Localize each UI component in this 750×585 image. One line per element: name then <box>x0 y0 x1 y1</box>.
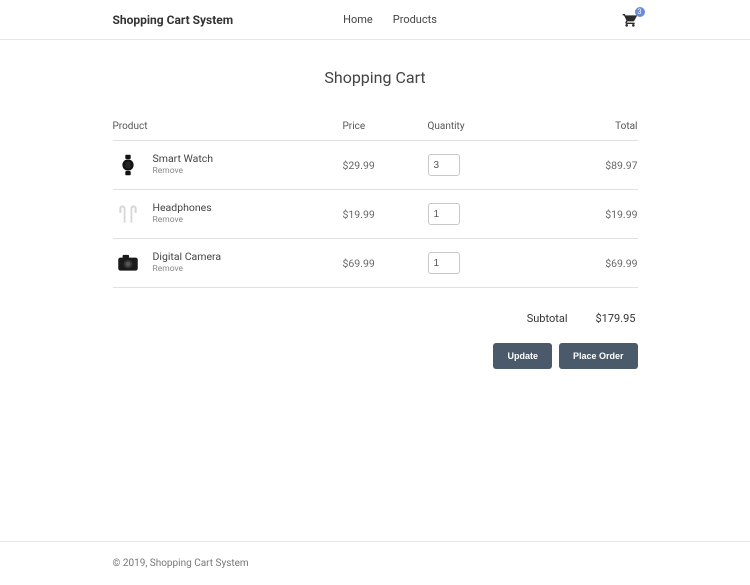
product-price: $29.99 <box>343 159 428 172</box>
table-row: Headphones Remove $19.99 $19.99 <box>113 190 638 239</box>
footer-text: © 2019, Shopping Cart System <box>113 558 638 569</box>
table-row: Digital Camera Remove $69.99 $69.99 <box>113 239 638 288</box>
site-header: Shopping Cart System Home Products 3 <box>0 0 750 40</box>
action-buttons: Update Place Order <box>113 343 638 369</box>
table-row: Smart Watch Remove $29.99 $89.97 <box>113 141 638 190</box>
remove-link[interactable]: Remove <box>153 264 343 276</box>
quantity-input[interactable] <box>428 154 460 176</box>
col-quantity: Quantity <box>428 121 548 132</box>
quantity-input[interactable] <box>428 203 460 225</box>
subtotal-value: $179.95 <box>596 312 636 325</box>
col-price: Price <box>343 121 428 132</box>
cart-link[interactable]: 3 <box>622 12 638 28</box>
cart-count-badge: 3 <box>635 7 645 17</box>
watch-icon <box>113 150 143 180</box>
product-price: $19.99 <box>343 208 428 221</box>
product-name: Headphones <box>153 201 343 216</box>
quantity-input[interactable] <box>428 252 460 274</box>
line-total: $69.99 <box>548 257 638 270</box>
page-title: Shopping Cart <box>113 68 638 87</box>
line-total: $19.99 <box>548 208 638 221</box>
update-button[interactable]: Update <box>493 343 552 369</box>
remove-link[interactable]: Remove <box>153 166 343 178</box>
place-order-button[interactable]: Place Order <box>559 343 638 369</box>
subtotal-label: Subtotal <box>527 312 568 325</box>
col-total: Total <box>548 121 638 132</box>
brand[interactable]: Shopping Cart System <box>113 13 234 27</box>
subtotal-row: Subtotal $179.95 <box>113 312 638 325</box>
line-total: $89.97 <box>548 159 638 172</box>
remove-link[interactable]: Remove <box>153 215 343 227</box>
product-price: $69.99 <box>343 257 428 270</box>
col-product: Product <box>113 121 343 132</box>
product-name: Smart Watch <box>153 152 343 167</box>
cart-table: Product Price Quantity Total Smart Watch… <box>113 111 638 288</box>
nav-products[interactable]: Products <box>393 13 437 26</box>
camera-icon <box>113 248 143 278</box>
product-name: Digital Camera <box>153 250 343 265</box>
site-footer: © 2019, Shopping Cart System <box>0 541 750 585</box>
table-header: Product Price Quantity Total <box>113 111 638 141</box>
nav-home[interactable]: Home <box>343 13 373 26</box>
main-nav: Home Products <box>343 13 437 26</box>
earbuds-icon <box>113 199 143 229</box>
